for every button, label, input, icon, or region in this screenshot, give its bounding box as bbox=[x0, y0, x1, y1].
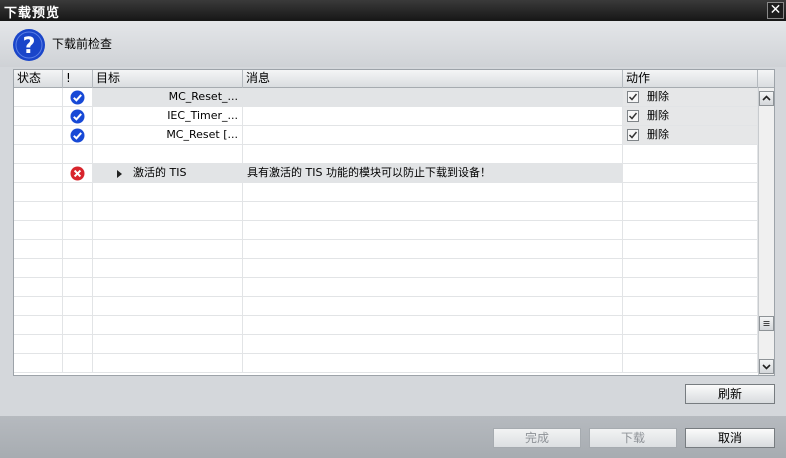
empty-row bbox=[14, 278, 758, 297]
action-label: 删除 bbox=[647, 90, 669, 103]
empty-row bbox=[14, 240, 758, 259]
svg-text:?: ? bbox=[23, 34, 36, 59]
footer-bar: 完成 下载 取消 bbox=[0, 416, 786, 458]
window-title: 下载预览 bbox=[4, 6, 61, 21]
target-name: MC_Reset [... bbox=[166, 128, 238, 141]
target-name: IEC_Timer_... bbox=[167, 109, 238, 122]
cancel-button[interactable]: 取消 bbox=[685, 428, 775, 448]
table-row[interactable]: IEC_Timer_... 删除 bbox=[14, 107, 758, 126]
scroll-thumb[interactable] bbox=[759, 316, 774, 331]
download-button[interactable]: 下载 bbox=[589, 428, 677, 448]
chevron-down-icon bbox=[762, 364, 771, 370]
table-row[interactable]: 激活的 TIS 具有激活的 TIS 功能的模块可以防止下载到设备！ bbox=[14, 164, 758, 183]
action-label: 删除 bbox=[647, 109, 669, 122]
close-button[interactable]: ✕ bbox=[767, 2, 784, 19]
error-circle-icon bbox=[70, 166, 85, 181]
title-bar: 下载预览 ✕ bbox=[0, 0, 786, 21]
empty-row bbox=[14, 259, 758, 278]
help-question-icon: ? bbox=[13, 29, 45, 61]
empty-row bbox=[14, 354, 758, 373]
table-row[interactable] bbox=[14, 145, 758, 164]
header-area: ? 下载前检查 bbox=[0, 21, 786, 67]
grip-lines-icon bbox=[763, 321, 770, 326]
column-header-target[interactable]: 目标 bbox=[93, 70, 243, 88]
empty-row bbox=[14, 183, 758, 202]
check-results-table: 状态 ! 目标 消息 动作 MC_Reset_... 删除 IEC_Timer_… bbox=[13, 69, 775, 376]
empty-row bbox=[14, 335, 758, 354]
scroll-down-button[interactable] bbox=[759, 359, 774, 374]
table-row[interactable]: MC_Reset [... 删除 bbox=[14, 126, 758, 145]
column-header-flag[interactable]: ! bbox=[63, 70, 93, 88]
column-header-message[interactable]: 消息 bbox=[243, 70, 623, 88]
empty-row bbox=[14, 202, 758, 221]
check-circle-icon bbox=[70, 109, 85, 124]
expand-arrow-icon[interactable] bbox=[117, 170, 122, 178]
check-circle-icon bbox=[70, 128, 85, 143]
column-header-action[interactable]: 动作 bbox=[623, 70, 758, 88]
column-header-status[interactable]: 状态 bbox=[14, 70, 63, 88]
empty-row bbox=[14, 221, 758, 240]
chevron-up-icon bbox=[762, 95, 771, 101]
table-body: MC_Reset_... 删除 IEC_Timer_... 删除 MC_Rese… bbox=[14, 88, 758, 373]
header-label: 下载前检查 bbox=[52, 37, 113, 51]
table-row[interactable]: MC_Reset_... 删除 bbox=[14, 88, 758, 107]
empty-row bbox=[14, 297, 758, 316]
download-preview-dialog: 下载预览 ✕ ? 下载前检查 状态 ! 目标 消息 动作 MC_Reset_..… bbox=[0, 0, 786, 458]
vertical-scrollbar[interactable] bbox=[758, 88, 774, 375]
refresh-button[interactable]: 刷新 bbox=[685, 384, 775, 404]
target-name: MC_Reset_... bbox=[168, 90, 238, 103]
empty-row bbox=[14, 316, 758, 335]
target-name: 激活的 TIS bbox=[133, 166, 187, 179]
message-text: 具有激活的 TIS 功能的模块可以防止下载到设备！ bbox=[247, 166, 491, 179]
action-checkbox[interactable] bbox=[627, 91, 639, 103]
action-checkbox[interactable] bbox=[627, 110, 639, 122]
action-label: 删除 bbox=[647, 128, 669, 141]
scroll-up-button[interactable] bbox=[759, 91, 774, 106]
finish-button[interactable]: 完成 bbox=[493, 428, 581, 448]
check-circle-icon bbox=[70, 90, 85, 105]
table-header: 状态 ! 目标 消息 动作 bbox=[14, 70, 774, 88]
action-checkbox[interactable] bbox=[627, 129, 639, 141]
